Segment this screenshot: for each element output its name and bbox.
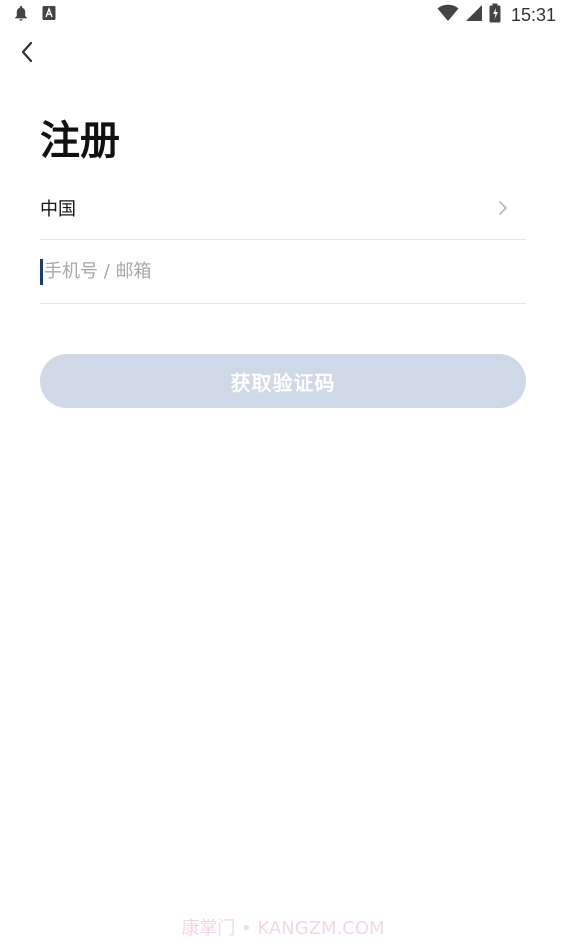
page-title: 注册 [40,118,120,164]
watermark: 康掌门 • KANGZM.COM [181,918,385,939]
status-right: 15:31 [437,3,556,27]
status-left [14,5,56,25]
app-notification-icon [42,5,56,25]
back-button[interactable] [10,36,44,72]
chevron-right-icon [498,200,508,216]
get-verification-code-button[interactable]: 获取验证码 [40,354,526,408]
country-label: 中国 [40,198,76,220]
wifi-icon [437,4,459,26]
register-screen: 15:31 注册 中国 获取验证码 康掌门 • KANGZM.COM [0,0,566,949]
battery-charging-icon [489,3,501,27]
notification-bell-icon [14,5,28,25]
status-bar: 15:31 [0,0,566,30]
chevron-left-icon [19,40,35,68]
cell-signal-icon [465,4,483,26]
status-time: 15:31 [510,4,556,25]
phone-email-input[interactable] [40,258,526,285]
country-selector[interactable]: 中国 [40,176,526,240]
account-field-row [40,240,526,304]
